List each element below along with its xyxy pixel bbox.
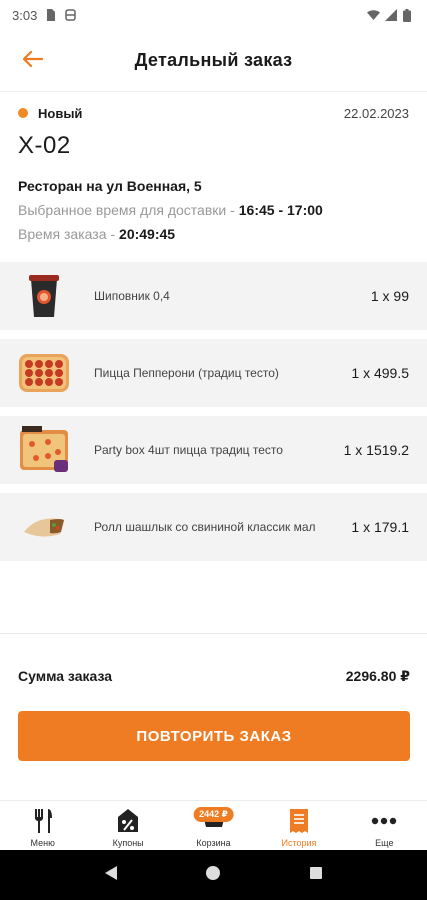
- tab-coupons[interactable]: Купоны: [85, 801, 170, 850]
- back-button[interactable]: [20, 48, 46, 74]
- list-item: Party box 4шт пицца традиц тесто 1 x 151…: [0, 416, 427, 484]
- item-name: Ролл шашлык со свининой классик мал: [94, 519, 316, 534]
- nav-recents-button[interactable]: [306, 865, 326, 885]
- order-time-row: Время заказа -20:49:45: [18, 226, 409, 242]
- item-quantity: 1 x 99: [370, 288, 409, 304]
- tab-more[interactable]: Еще: [342, 801, 427, 850]
- battery-icon: [403, 9, 415, 22]
- wifi-icon: [367, 9, 380, 21]
- item-name: Пицца Пепперони (традиц тесто): [94, 365, 279, 380]
- sim-card-icon: [45, 9, 57, 21]
- tab-label: Меню: [30, 838, 55, 848]
- list-item: Шиповник 0,4 1 x 99: [0, 262, 427, 330]
- triangle-back-icon: [104, 865, 118, 886]
- receipt-icon: [285, 807, 313, 835]
- tab-label: Купоны: [112, 838, 144, 848]
- order-time-label: Время заказа -: [18, 226, 116, 242]
- list-item: Пицца Пепперони (традиц тесто) 1 x 499.5: [0, 339, 427, 407]
- bottom-tab-bar: Меню Купоны 2442 ₽ Корзина История Еще: [0, 800, 427, 850]
- delivery-time-row: Выбранное время для доставки -16:45 - 17…: [18, 202, 409, 218]
- order-total-label: Сумма заказа: [18, 668, 113, 684]
- system-nav-bar: [0, 850, 427, 900]
- order-info: Новый 22.02.2023 X-02 Ресторан на ул Вое…: [0, 100, 427, 242]
- restaurant-address: Ресторан на ул Военная, 5: [18, 178, 202, 194]
- delivery-time-label: Выбранное время для доставки -: [18, 202, 235, 218]
- order-status-line: Новый 22.02.2023: [18, 100, 409, 126]
- drink-cup-image: [18, 270, 70, 322]
- order-items-list: Шиповник 0,4 1 x 99 Пицца Пепперони (тра…: [0, 262, 427, 570]
- party-box-image: [18, 424, 70, 476]
- item-quantity: 1 x 179.1: [351, 519, 409, 535]
- app-header: Детальный заказ: [0, 30, 427, 92]
- item-name: Шиповник 0,4: [94, 288, 170, 303]
- order-status: Новый: [38, 105, 83, 121]
- tab-label: Еще: [375, 838, 394, 848]
- nav-back-button[interactable]: [101, 865, 121, 885]
- divider: [0, 633, 427, 634]
- item-quantity: 1 x 499.5: [351, 365, 409, 381]
- arrow-left-icon: [22, 50, 44, 72]
- tab-label: Корзина: [196, 838, 231, 848]
- fork-knife-icon: [29, 807, 57, 835]
- order-date: 22.02.2023: [343, 105, 409, 121]
- cart-total-badge: 2442 ₽: [193, 807, 234, 822]
- pizza-image: [18, 347, 70, 399]
- status-dot-icon: [18, 108, 28, 118]
- repeat-order-button[interactable]: ПОВТОРИТЬ ЗАКАЗ: [18, 711, 410, 761]
- item-name: Party box 4шт пицца традиц тесто: [94, 442, 283, 457]
- square-recents-icon: [309, 866, 323, 885]
- tab-cart[interactable]: 2442 ₽ Корзина: [171, 801, 256, 850]
- order-total-value: 2296.80 ₽: [345, 668, 410, 684]
- signal-icon: [385, 9, 397, 21]
- coupon-tag-icon: [114, 807, 142, 835]
- page-title: Детальный заказ: [134, 50, 293, 70]
- roll-image: [18, 501, 70, 553]
- order-time-value: 20:49:45: [119, 226, 176, 242]
- order-number: X-02: [18, 132, 71, 159]
- item-quantity: 1 x 1519.2: [343, 442, 409, 458]
- more-dots-icon: [370, 807, 398, 835]
- nav-home-button[interactable]: [203, 865, 223, 885]
- status-time: 3:03: [12, 7, 38, 23]
- tab-label: История: [281, 838, 317, 848]
- tab-history[interactable]: История: [256, 801, 341, 850]
- circle-home-icon: [205, 865, 221, 886]
- tab-menu[interactable]: Меню: [0, 801, 85, 850]
- storage-icon: [65, 9, 77, 21]
- list-item: Ролл шашлык со свининой классик мал 1 x …: [0, 493, 427, 561]
- order-total-row: Сумма заказа 2296.80 ₽: [18, 668, 410, 685]
- status-bar: 3:03: [0, 0, 427, 30]
- delivery-time-value: 16:45 - 17:00: [238, 202, 323, 218]
